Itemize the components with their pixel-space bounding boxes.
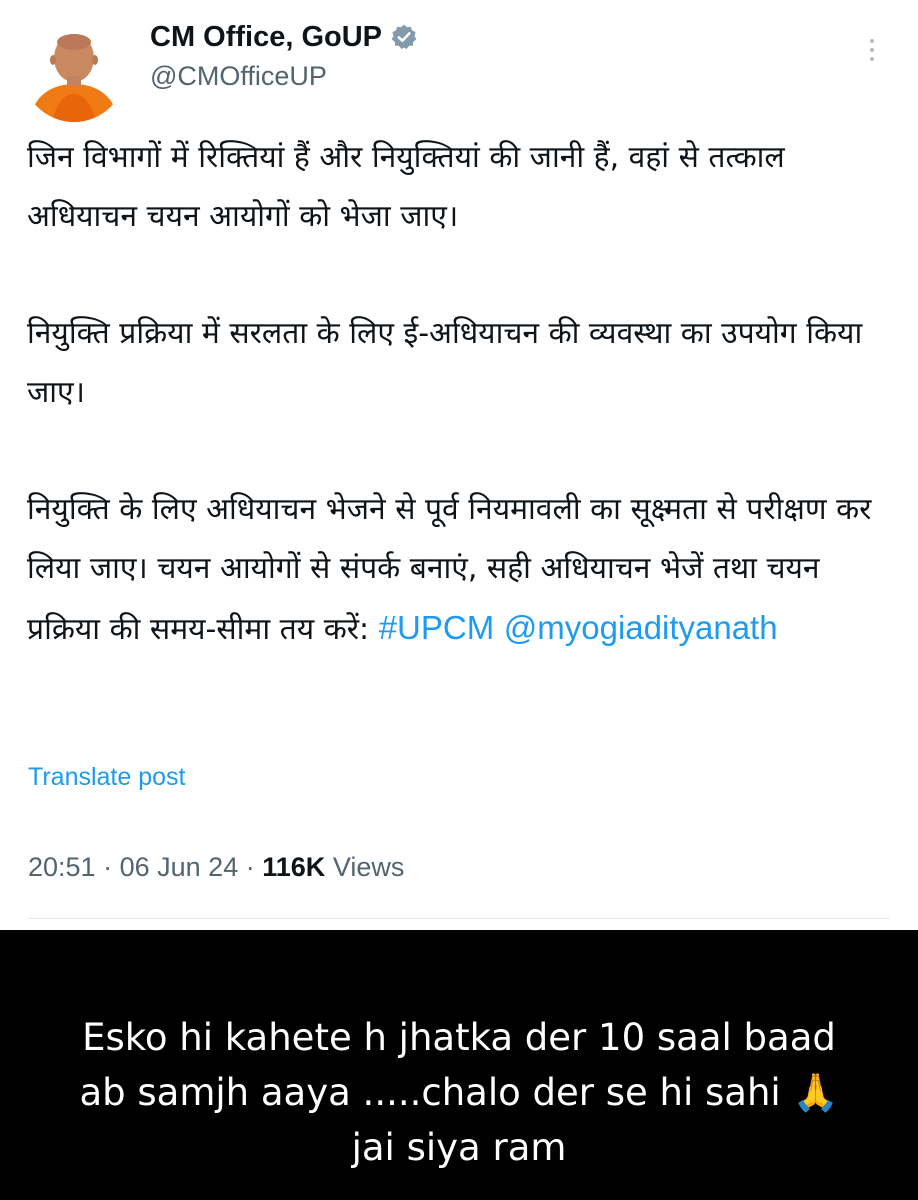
post-paragraph-1: जिन विभागों में रिक्तियां हैं और नियुक्त… bbox=[27, 140, 785, 234]
tweet-card: CM Office, GoUP @CMOfficeUP जिन विभागों … bbox=[0, 0, 918, 930]
author-name-row[interactable]: CM Office, GoUP bbox=[150, 20, 418, 54]
caption-line-1: Esko hi kahete h jhatka der 10 saal baad bbox=[82, 1016, 836, 1059]
author-handle[interactable]: @CMOfficeUP bbox=[150, 60, 327, 92]
avatar-image bbox=[22, 18, 126, 122]
views-count: 116K bbox=[262, 852, 326, 882]
more-options-button[interactable] bbox=[860, 30, 884, 70]
verified-badge-icon bbox=[390, 23, 418, 51]
mention-link[interactable]: @myogiadityanath bbox=[504, 609, 778, 646]
hashtag-link[interactable]: #UPCM bbox=[379, 609, 495, 646]
post-metadata: 20:51 · 06 Jun 24 · 116K Views bbox=[28, 852, 404, 883]
profile-avatar[interactable] bbox=[22, 18, 126, 122]
post-time[interactable]: 20:51 bbox=[28, 852, 96, 882]
caption-panel: Esko hi kahete h jhatka der 10 saal baad… bbox=[0, 930, 918, 1200]
views-label: Views bbox=[332, 852, 405, 882]
caption-line-2: ab samjh aaya .....chalo der se hi sahi … bbox=[79, 1071, 839, 1114]
caption-text: Esko hi kahete h jhatka der 10 saal baad… bbox=[0, 1010, 918, 1175]
post-paragraph-3: नियुक्ति के लिए अधियाचन भेजने से पूर्व न… bbox=[27, 480, 897, 659]
more-dot bbox=[870, 48, 874, 52]
post-date[interactable]: 06 Jun 24 bbox=[120, 852, 239, 882]
meta-separator: · bbox=[245, 852, 255, 882]
divider bbox=[28, 918, 890, 919]
post-text: जिन विभागों में रिक्तियां हैं और नियुक्त… bbox=[27, 128, 897, 659]
post-paragraph-2: नियुक्ति प्रक्रिया में सरलता के लिए ई-अध… bbox=[27, 316, 863, 410]
caption-line-3: jai siya ram bbox=[351, 1126, 567, 1169]
more-dot bbox=[870, 57, 874, 61]
author-name[interactable]: CM Office, GoUP bbox=[150, 20, 382, 54]
more-vertical-icon bbox=[870, 39, 874, 43]
translate-post-link[interactable]: Translate post bbox=[28, 763, 185, 792]
meta-separator: · bbox=[103, 852, 113, 882]
